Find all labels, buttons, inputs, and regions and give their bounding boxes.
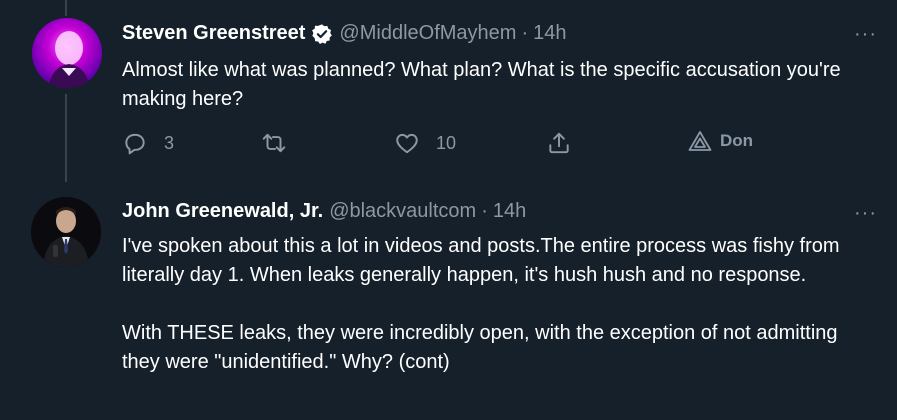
thread-connector-line xyxy=(65,94,67,182)
timestamp[interactable]: 14h xyxy=(533,22,566,45)
profile-photo xyxy=(48,31,90,88)
avatar[interactable] xyxy=(31,197,101,267)
reply-icon xyxy=(122,130,148,156)
separator-dot: · xyxy=(521,22,529,44)
tweet-header: John Greenewald, Jr. @blackvaultcom · 14… xyxy=(122,200,526,223)
tweet-text: Almost like what was planned? What plan?… xyxy=(122,59,841,110)
verified-badge-icon xyxy=(311,23,333,45)
thread-view: Steven Greenstreet @MiddleOfMayhem · 14h… xyxy=(0,0,897,420)
separator-dot: · xyxy=(481,200,488,222)
tweet-header: Steven Greenstreet @MiddleOfMayhem · 14h xyxy=(122,22,567,45)
like-count: 10 xyxy=(436,132,457,153)
handle[interactable]: @MiddleOfMayhem xyxy=(339,22,516,45)
like-button[interactable]: 10 xyxy=(394,130,456,156)
tweet-actions: 3 10 Don xyxy=(122,130,862,160)
tweet-text: I've spoken about this a lot in videos a… xyxy=(122,235,840,373)
promo-label: Don xyxy=(720,131,754,150)
promo-button[interactable]: Don xyxy=(688,130,753,152)
timestamp[interactable]: 14h xyxy=(493,200,526,223)
more-options-icon[interactable]: ··· xyxy=(854,203,877,223)
retweet-button[interactable] xyxy=(260,130,304,156)
more-options-icon[interactable]: ··· xyxy=(854,24,877,44)
reply-count: 3 xyxy=(164,132,175,153)
avatar[interactable] xyxy=(32,18,102,88)
handle[interactable]: @blackvaultcom xyxy=(329,200,476,223)
heart-icon xyxy=(394,130,420,156)
retweet-icon xyxy=(260,130,288,156)
share-icon xyxy=(546,130,572,156)
display-name[interactable]: Steven Greenstreet xyxy=(122,22,305,45)
triangle-logo-icon xyxy=(688,130,712,152)
thread-connector-line xyxy=(65,0,67,16)
display-name[interactable]: John Greenewald, Jr. xyxy=(122,200,323,223)
reply-button[interactable]: 3 xyxy=(122,130,174,156)
share-button[interactable] xyxy=(546,130,572,156)
profile-photo xyxy=(31,197,101,267)
